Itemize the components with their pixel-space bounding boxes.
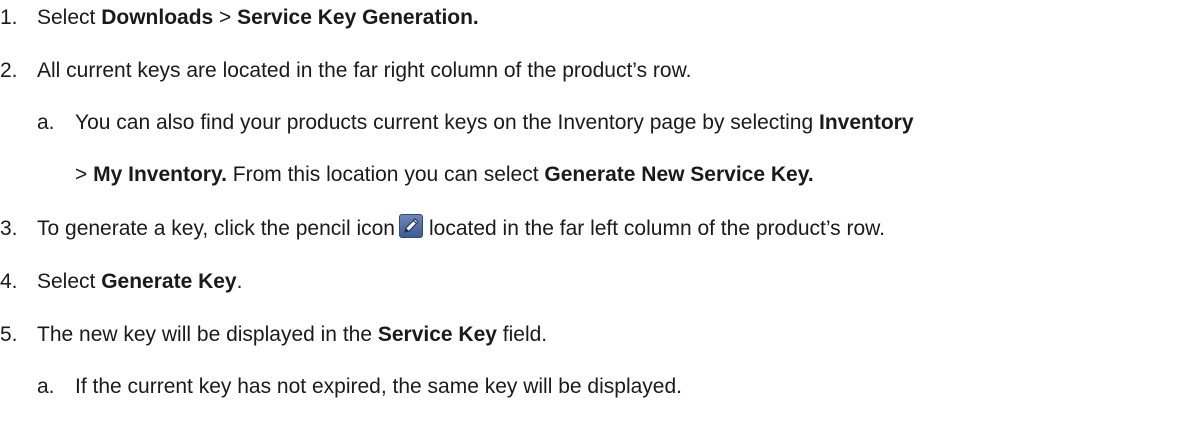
step-number: 1. <box>0 6 18 29</box>
step-text-plain: located in the far left column of the pr… <box>428 217 886 240</box>
pencil-edit-icon <box>398 214 423 239</box>
step-number: 5. <box>0 323 18 346</box>
step-text-plain: . <box>236 270 243 293</box>
service-key-label: Service Key <box>377 323 497 346</box>
step-text: All current keys are located in the far … <box>37 59 692 82</box>
step-text: The new key will be displayed in the Ser… <box>37 320 547 350</box>
service-key-generation-label: Service Key Generation. <box>237 6 479 29</box>
my-inventory-label: My Inventory. <box>93 163 227 186</box>
step-text-plain: > <box>75 163 94 186</box>
step-number: 2. <box>0 59 18 82</box>
step-number: 4. <box>0 270 18 293</box>
substep-text: If the current key has not expired, the … <box>75 375 682 398</box>
substep-letter: a. <box>37 111 55 134</box>
step-text-plain: You can also find your products current … <box>75 111 820 134</box>
generate-key-label: Generate Key <box>101 270 237 293</box>
step-number: 3. <box>0 217 18 240</box>
step-text-plain: Select <box>37 6 102 29</box>
downloads-label: Downloads <box>101 6 214 29</box>
substep-letter: a. <box>37 375 55 398</box>
step-text-plain: The new key will be displayed in the <box>37 323 378 346</box>
step-text-plain: To generate a key, click the pencil icon <box>37 217 395 240</box>
step-text-plain: From this location you can select <box>226 163 545 186</box>
inventory-label: Inventory <box>819 111 914 134</box>
step-text-plain: Select <box>37 270 102 293</box>
step-text: Select Generate Key. <box>37 267 242 297</box>
substep-text: > My Inventory. From this location you c… <box>75 160 814 190</box>
step-text: To generate a key, click the pencil icon… <box>37 214 885 244</box>
substep-text: You can also find your products current … <box>75 108 914 138</box>
step-text-plain: field. <box>496 323 548 346</box>
step-text-plain: > <box>213 6 238 29</box>
step-text: Select Downloads > Service Key Generatio… <box>37 3 479 33</box>
generate-new-service-key-label: Generate New Service Key. <box>544 163 814 186</box>
instructions-document: 1. Select Downloads > Service Key Genera… <box>0 0 1183 425</box>
